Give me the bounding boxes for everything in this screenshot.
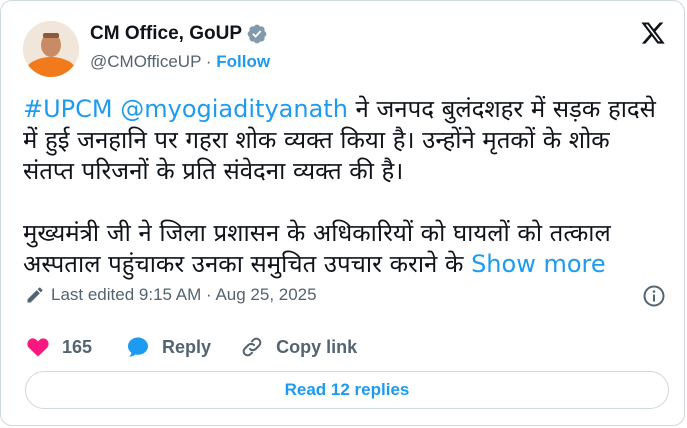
- handle-row: @CMOfficeUP · Follow: [90, 52, 270, 72]
- author-name[interactable]: CM Office, GoUP: [90, 23, 268, 45]
- last-edited-text[interactable]: Last edited 9:15 AM · Aug 25, 2025: [51, 285, 317, 305]
- avatar[interactable]: [23, 21, 79, 77]
- heart-icon: [27, 338, 49, 357]
- reply-button[interactable]: Reply: [126, 335, 211, 359]
- read-replies-button[interactable]: Read 12 replies: [25, 371, 669, 409]
- tweet-paragraph-2: मुख्यमंत्री जी ने जिला प्रशासन के अधिकार…: [23, 218, 663, 280]
- follow-button[interactable]: Follow: [216, 52, 270, 71]
- read-replies-label: Read 12 replies: [284, 380, 410, 399]
- x-logo-icon[interactable]: [639, 20, 667, 46]
- link-icon: [242, 337, 262, 357]
- action-bar: 165 Reply Copy link: [26, 335, 357, 359]
- tweet-text: #UPCM @myogiadityanath ने जनपद बुलंदशहर …: [23, 94, 663, 280]
- author-handle[interactable]: @CMOfficeUP: [90, 52, 201, 71]
- avatar-image: [23, 21, 79, 77]
- like-button[interactable]: 165: [26, 335, 92, 359]
- reply-label: Reply: [162, 336, 212, 357]
- hashtag-link[interactable]: #UPCM: [23, 95, 113, 123]
- tweet-paragraph-1: #UPCM @myogiadityanath ने जनपद बुलंदशहर …: [23, 94, 663, 187]
- tweet-card: CM Office, GoUP @CMOfficeUP · Follow #UP…: [0, 0, 685, 426]
- edited-row: Last edited 9:15 AM · Aug 25, 2025: [25, 285, 317, 305]
- like-count: 165: [62, 336, 93, 357]
- handle-separator: ·: [205, 52, 212, 71]
- mention-link[interactable]: @myogiadityanath: [120, 95, 348, 123]
- show-more-link[interactable]: Show more: [471, 250, 606, 278]
- verified-badge-icon: [247, 24, 267, 44]
- info-icon[interactable]: [642, 284, 666, 308]
- reply-bubble-icon: [128, 337, 149, 357]
- copy-link-button[interactable]: Copy link: [240, 335, 357, 359]
- copy-link-label: Copy link: [276, 336, 358, 357]
- pencil-icon: [27, 287, 43, 303]
- author-name-text: CM Office, GoUP: [90, 23, 243, 44]
